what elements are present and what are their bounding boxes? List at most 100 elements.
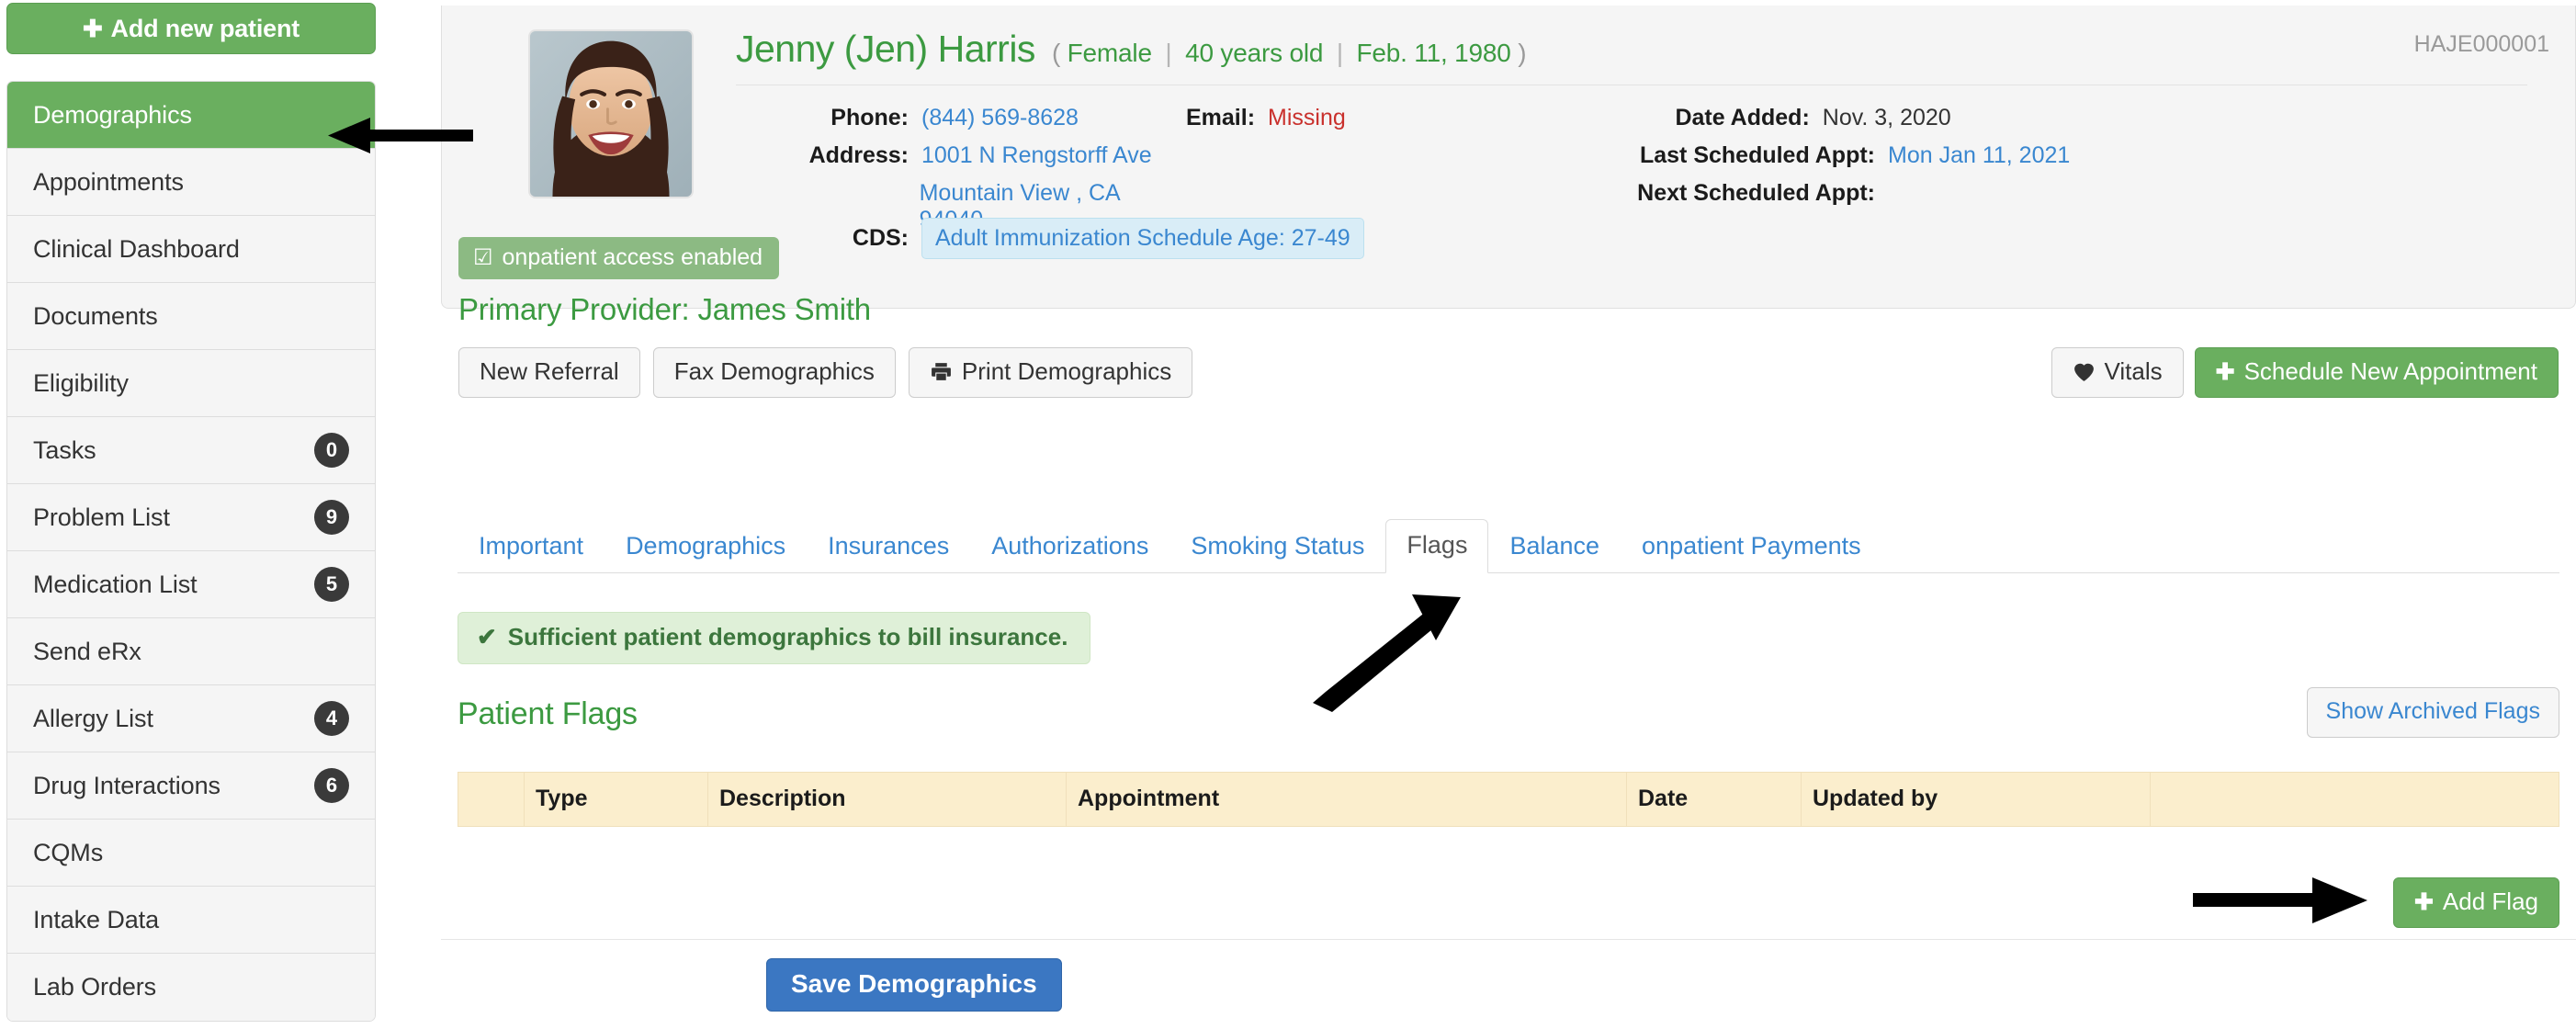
checkbox-checked-icon: ☑ (473, 245, 493, 270)
sidebar-badge: 5 (314, 567, 349, 602)
plus-icon: ✚ (2215, 358, 2235, 385)
sidebar-item-clinical-dashboard[interactable]: Clinical Dashboard (7, 216, 375, 283)
sidebar-item-medication-list[interactable]: Medication List 5 (7, 551, 375, 618)
sidebar-item-drug-interactions[interactable]: Drug Interactions 6 (7, 752, 375, 820)
printer-icon (930, 360, 953, 383)
sidebar-item-label: Problem List (33, 503, 170, 531)
patient-header-panel: Jenny (Jen) Harris ( Female | 40 years o… (441, 6, 2576, 398)
tab-onpatient-payments[interactable]: onpatient Payments (1621, 520, 1882, 573)
tab-label: Authorizations (991, 532, 1149, 560)
sidebar-item-allergy-list[interactable]: Allergy List 4 (7, 685, 375, 752)
flags-col-icon (458, 772, 525, 827)
schedule-new-appointment-button[interactable]: ✚ Schedule New Appointment (2194, 347, 2559, 398)
patient-name: Jenny (Jen) Harris (736, 28, 1035, 70)
tab-demographics[interactable]: Demographics (604, 520, 807, 573)
tab-flags[interactable]: Flags (1385, 519, 1489, 573)
demographics-action-buttons: New Referral Fax Demographics Print Demo… (458, 347, 1193, 398)
save-demographics-button[interactable]: Save Demographics (766, 958, 1062, 1012)
sidebar-item-label: Clinical Dashboard (33, 234, 240, 263)
sidebar-item-label: Eligibility (33, 368, 129, 397)
sidebar-item-eligibility[interactable]: Eligibility (7, 350, 375, 417)
sidebar-item-intake-data[interactable]: Intake Data (7, 887, 375, 954)
tab-label: Smoking Status (1191, 532, 1365, 560)
next-appointment-field: Next Scheduled Appt: (1554, 180, 1888, 207)
info-row-city-nextappt: Mountain View , CA 94040 Next Scheduled … (736, 180, 2070, 232)
add-new-patient-button[interactable]: ✚ Add new patient (6, 3, 376, 54)
tab-insurances[interactable]: Insurances (807, 520, 970, 573)
onpatient-access-badge[interactable]: ☑ onpatient access enabled (458, 237, 780, 279)
sidebar-item-label: Medication List (33, 570, 198, 598)
sidebar-item-demographics[interactable]: Demographics (7, 82, 375, 149)
last-appointment-field: Last Scheduled Appt: Mon Jan 11, 2021 (1554, 142, 2070, 169)
flags-table-header-row: Type Description Appointment Date Update… (458, 772, 2559, 827)
alert-text: Sufficient patient demographics to bill … (507, 623, 1068, 650)
patient-avatar[interactable] (528, 29, 694, 198)
print-demographics-button[interactable]: Print Demographics (908, 347, 1193, 398)
sidebar-item-appointments[interactable]: Appointments (7, 149, 375, 216)
primary-provider: Primary Provider: James Smith (458, 292, 871, 326)
date-added-label: Date Added: (1675, 105, 1810, 130)
check-icon: ✔ (477, 623, 497, 650)
address-line-1[interactable]: 1001 N Rengstorff Ave (921, 142, 1152, 169)
show-archived-flags-button[interactable]: Show Archived Flags (2306, 687, 2559, 738)
vitals-button[interactable]: Vitals (2051, 347, 2184, 398)
sidebar-item-label: Lab Orders (33, 973, 157, 1001)
patient-dob: Feb. 11, 1980 (1356, 39, 1511, 67)
plus-icon: ✚ (82, 14, 103, 42)
tab-label: onpatient Payments (1642, 532, 1861, 560)
cds-value-button[interactable]: Adult Immunization Schedule Age: 27-49 (921, 218, 1364, 259)
new-referral-button[interactable]: New Referral (458, 347, 640, 398)
tab-authorizations[interactable]: Authorizations (970, 520, 1169, 573)
patient-age: 40 years old (1185, 39, 1324, 67)
sidebar-item-label: Drug Interactions (33, 771, 220, 799)
flags-col-type: Type (524, 772, 708, 827)
open-paren: ( (1051, 39, 1061, 67)
fax-demographics-button[interactable]: Fax Demographics (652, 347, 896, 398)
sidebar-item-send-erx[interactable]: Send eRx (7, 618, 375, 685)
sidebar-item-problem-list[interactable]: Problem List 9 (7, 484, 375, 551)
heart-icon (2073, 361, 2096, 382)
demographics-sufficiency-alert: ✔ Sufficient patient demographics to bil… (458, 612, 1091, 664)
tab-label: Flags (1407, 531, 1468, 559)
tab-label: Demographics (626, 532, 786, 560)
sidebar-item-documents[interactable]: Documents (7, 283, 375, 350)
header-right-buttons: Vitals ✚ Schedule New Appointment (2051, 347, 2559, 398)
phone-value[interactable]: (844) 569-8628 (921, 105, 1079, 131)
fax-demographics-label: Fax Demographics (673, 357, 875, 385)
sidebar-item-label: CQMs (33, 838, 104, 866)
footer-divider (441, 939, 2576, 940)
patient-chart-id: HAJE000001 (2413, 31, 2549, 57)
sidebar-item-tasks[interactable]: Tasks 0 (7, 417, 375, 484)
tab-smoking-status[interactable]: Smoking Status (1169, 520, 1385, 573)
left-sidebar: ✚ Add new patient Demographics Appointmen… (0, 0, 382, 1029)
tab-balance[interactable]: Balance (1488, 520, 1621, 573)
sidebar-item-label: Intake Data (33, 905, 159, 933)
last-appointment-value[interactable]: Mon Jan 11, 2021 (1888, 142, 2070, 169)
sidebar-badge: 0 (314, 433, 349, 468)
info-row-phone-email: Phone: (844) 569-8628 Email: Missing Dat… (736, 105, 2070, 135)
cds-field: CDS: Adult Immunization Schedule Age: 27… (736, 218, 2070, 259)
date-added-value: Nov. 3, 2020 (1822, 105, 1951, 130)
phone-label: Phone: (830, 105, 909, 130)
patient-demographics-summary: ( Female | 40 years old | Feb. 11, 1980 … (1051, 39, 1527, 68)
new-referral-label: New Referral (480, 357, 619, 385)
add-flag-button[interactable]: ✚ Add Flag (2392, 877, 2559, 928)
sidebar-item-label: Tasks (33, 435, 96, 464)
patient-info-grid: Phone: (844) 569-8628 Email: Missing Dat… (736, 105, 2070, 259)
sidebar-badge: 6 (314, 768, 349, 803)
sidebar-item-lab-orders[interactable]: Lab Orders (7, 954, 375, 1021)
avatar-photo (530, 31, 692, 197)
email-value: Missing (1268, 105, 1346, 130)
sidebar-badge: 4 (314, 701, 349, 736)
phone-field: Phone: (844) 569-8628 (736, 105, 1186, 131)
tab-important[interactable]: Important (458, 520, 604, 573)
sidebar-badge: 9 (314, 500, 349, 535)
last-appointment-label: Last Scheduled Appt: (1639, 142, 1875, 168)
demographics-tab-bar: Important Demographics Insurances Author… (458, 516, 2559, 573)
email-label: Email: (1186, 105, 1256, 130)
flags-col-appointment: Appointment (1066, 772, 1627, 827)
sidebar-item-cqms[interactable]: CQMs (7, 820, 375, 887)
sidebar-item-label: Demographics (33, 100, 192, 129)
add-flag-label: Add Flag (2442, 888, 2538, 915)
flags-col-date: Date (1626, 772, 1802, 827)
